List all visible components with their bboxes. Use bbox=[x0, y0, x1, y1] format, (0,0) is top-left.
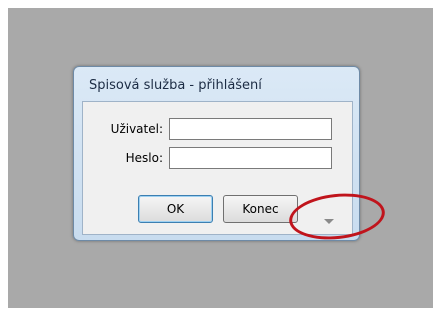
user-label: Uživatel: bbox=[110, 122, 163, 136]
dialog-title: Spisová služba - přihlášení bbox=[89, 78, 262, 93]
password-input[interactable] bbox=[169, 147, 332, 169]
user-input[interactable] bbox=[169, 118, 332, 140]
ok-button[interactable]: OK bbox=[138, 195, 213, 223]
password-label: Heslo: bbox=[125, 151, 163, 165]
cancel-button[interactable]: Konec bbox=[223, 195, 298, 223]
